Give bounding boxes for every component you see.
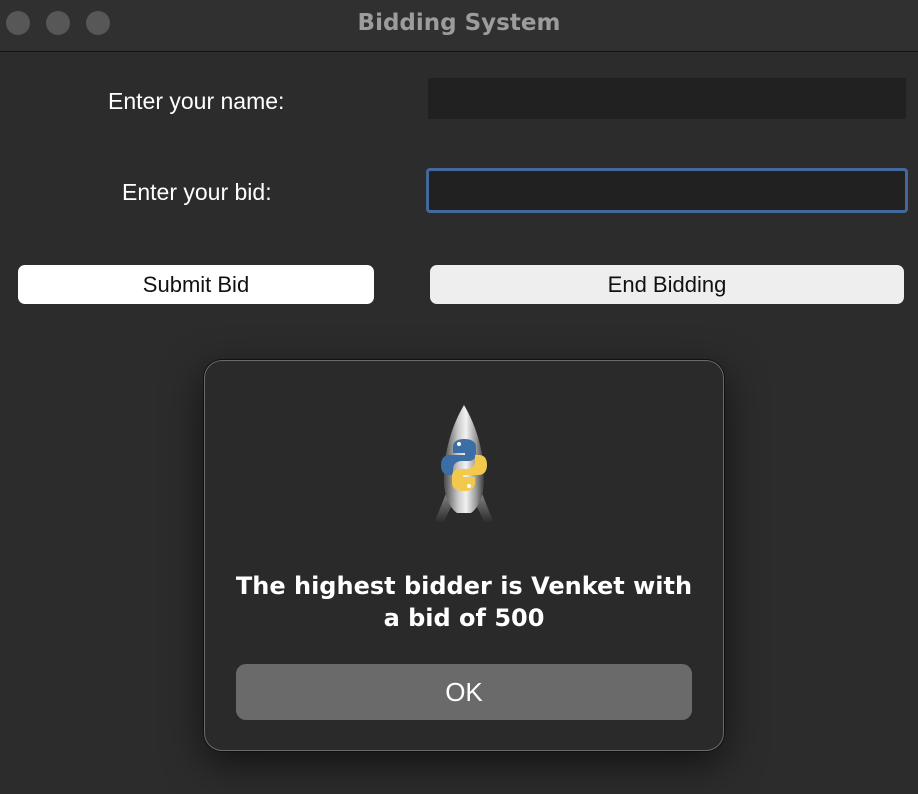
submit-bid-button[interactable]: Submit Bid bbox=[18, 265, 374, 304]
end-bidding-button[interactable]: End Bidding bbox=[430, 265, 904, 304]
bid-label: Enter your bid: bbox=[122, 179, 272, 205]
window-title: Bidding System bbox=[357, 10, 561, 36]
python-launcher-rocket-icon bbox=[435, 405, 493, 523]
name-input[interactable] bbox=[428, 78, 906, 119]
name-label: Enter your name: bbox=[108, 88, 285, 114]
title-bar: Bidding System bbox=[0, 0, 918, 52]
dialog-message: The highest bidder is Venket with a bid … bbox=[235, 572, 693, 632]
ok-button[interactable]: OK bbox=[236, 664, 692, 720]
bid-input[interactable] bbox=[426, 168, 908, 213]
alert-dialog: The highest bidder is Venket with a bid … bbox=[204, 360, 724, 751]
